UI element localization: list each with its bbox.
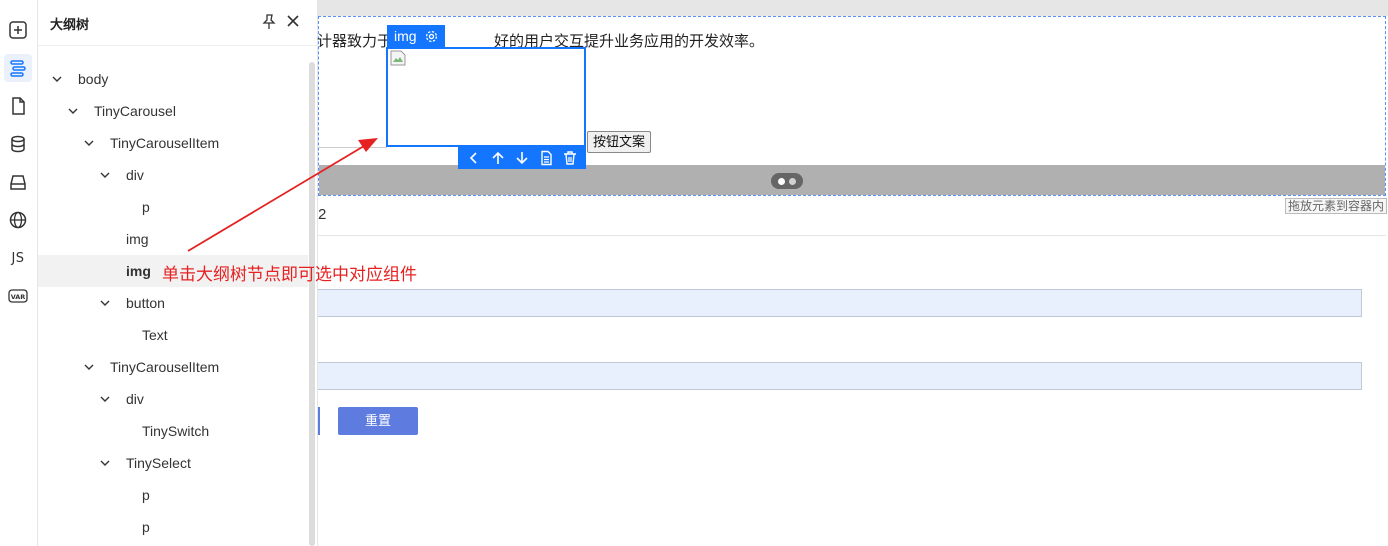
tree-node[interactable]: p	[38, 191, 308, 223]
tree-node-label: TinySelect	[126, 455, 191, 471]
chevron-down-icon[interactable]	[100, 458, 110, 468]
tree-node[interactable]: div	[38, 383, 308, 415]
tree-node-label: img	[126, 263, 151, 279]
canvas-top-strip	[318, 0, 1388, 16]
tree-node-label: p	[142, 199, 150, 215]
tree-node[interactable]: p	[38, 479, 308, 511]
tree-node-label: TinyCarouselItem	[110, 135, 220, 151]
tree-node-label: p	[142, 487, 150, 503]
selection-toolbar	[458, 147, 586, 169]
carousel-dot[interactable]	[789, 178, 796, 185]
var-icon[interactable]: VAR	[4, 282, 32, 310]
chevron-down-icon[interactable]	[84, 362, 94, 372]
app-root: JS VAR 大纲树 body TinyCarousel TinyCarouselI…	[0, 0, 1388, 546]
tree-node[interactable]: body	[38, 63, 308, 95]
carousel-dots[interactable]	[771, 173, 803, 189]
selected-img-box[interactable]	[386, 47, 586, 147]
delete-icon[interactable]	[562, 150, 578, 166]
globe-icon[interactable]	[4, 206, 32, 234]
tree-node[interactable]: button	[38, 287, 308, 319]
component-name: img	[394, 28, 417, 44]
close-icon[interactable]	[286, 14, 300, 31]
tree-node-label: img	[126, 231, 149, 247]
submit-button-edge[interactable]	[318, 407, 320, 435]
left-icon-bar: JS VAR	[0, 0, 38, 546]
var-label: VAR	[11, 293, 26, 301]
pin-icon[interactable]	[262, 14, 276, 33]
tree-node[interactable]: img	[38, 223, 308, 255]
tree-node[interactable]: Text	[38, 319, 308, 351]
carousel-indicator-bar	[319, 165, 1385, 195]
tree-node-label: button	[126, 295, 165, 311]
broken-image-icon	[390, 50, 406, 66]
move-up-icon[interactable]	[490, 150, 506, 166]
select-parent-icon[interactable]	[466, 150, 482, 166]
carousel-dot[interactable]	[778, 178, 785, 185]
js-icon[interactable]: JS	[4, 244, 32, 272]
tree-node[interactable]: TinyCarousel	[38, 95, 308, 127]
tree-node-label: body	[78, 71, 109, 87]
input-field[interactable]	[318, 289, 1362, 317]
drop-hint: 拖放元素到容器内	[1285, 198, 1388, 214]
add-icon[interactable]	[4, 16, 32, 44]
chevron-down-icon[interactable]	[52, 74, 62, 84]
panel-scrollbar[interactable]	[309, 62, 315, 546]
outline-tree: body TinyCarousel TinyCarouselItem div p img i…	[38, 63, 308, 543]
tree-node-label: TinySwitch	[142, 423, 210, 439]
block-icon[interactable]	[4, 168, 32, 196]
paragraph-part-a: 计器致力于	[317, 33, 393, 50]
panel-title: 大纲树	[50, 17, 90, 32]
number-label: 2	[318, 206, 327, 223]
settings-icon[interactable]	[425, 30, 438, 43]
tree-node-label: div	[126, 167, 144, 183]
database-icon[interactable]	[4, 130, 32, 158]
tree-node-label: TinyCarouselItem	[110, 359, 220, 375]
tree-node[interactable]: TinyCarouselItem	[38, 351, 308, 383]
chevron-down-icon[interactable]	[84, 138, 94, 148]
tree-node[interactable]: TinyCarouselItem	[38, 127, 308, 159]
chevron-down-icon[interactable]	[68, 106, 78, 116]
chevron-down-icon[interactable]	[100, 170, 110, 180]
divider	[319, 147, 387, 148]
selected-component-tag[interactable]: img	[387, 25, 445, 48]
chevron-down-icon[interactable]	[100, 298, 110, 308]
tree-node-label: TinyCarousel	[94, 103, 176, 119]
divider	[318, 235, 1386, 236]
copy-icon[interactable]	[538, 150, 554, 166]
tree-node[interactable]: TinySelect	[38, 447, 308, 479]
page-icon[interactable]	[4, 92, 32, 120]
js-label: JS	[11, 250, 25, 266]
annotation-text: 单击大纲树节点即可选中对应组件	[162, 265, 417, 285]
outline-icon[interactable]	[4, 54, 32, 82]
tree-node[interactable]: div	[38, 159, 308, 191]
panel-header: 大纲树	[38, 0, 318, 46]
tree-node-label: div	[126, 391, 144, 407]
reset-button[interactable]: 重置	[338, 407, 418, 435]
tree-node-label: p	[142, 519, 150, 535]
input-field[interactable]	[318, 362, 1362, 390]
tree-node[interactable]: p	[38, 511, 308, 543]
chevron-down-icon[interactable]	[100, 394, 110, 404]
tree-node[interactable]: TinySwitch	[38, 415, 308, 447]
tree-node-label: Text	[142, 327, 168, 343]
copy-button[interactable]: 按钮文案	[587, 131, 652, 153]
move-down-icon[interactable]	[514, 150, 530, 166]
